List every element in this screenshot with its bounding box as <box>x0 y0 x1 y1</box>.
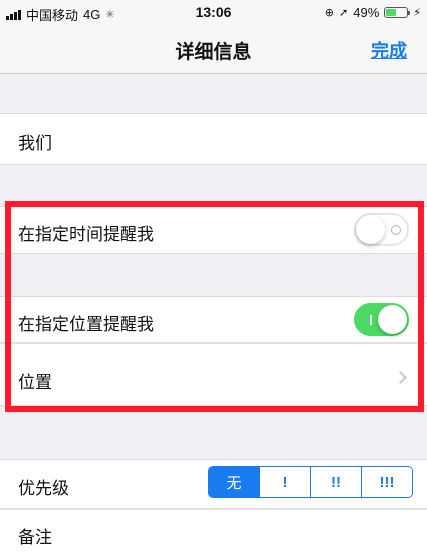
location-reminder-label: 在指定位置提醒我 <box>18 315 154 334</box>
priority-option-low[interactable]: ! <box>259 467 310 497</box>
battery-percent: 49% <box>353 5 380 20</box>
notes-label: 备注 <box>18 528 52 547</box>
priority-option-high[interactable]: !!! <box>361 467 412 497</box>
time-reminder-toggle[interactable] <box>354 213 409 246</box>
priority-segmented-control[interactable]: 无 ! !! !!! <box>208 466 413 498</box>
status-bar: 中国移动 4G ✳ 13:06 ⊕ ➚ 49% ⚡ <box>0 0 427 26</box>
battery-icon <box>384 7 411 18</box>
priority-option-medium[interactable]: !! <box>310 467 361 497</box>
navigation-bar: 详细信息 完成 <box>0 26 427 74</box>
reminder-title[interactable]: 我们 <box>18 129 52 154</box>
location-label: 位置 <box>18 373 52 392</box>
location-reminder-toggle[interactable] <box>354 303 409 336</box>
status-right: ⊕ ➚ 49% ⚡ <box>325 5 421 20</box>
charging-bolt-icon: ⚡ <box>413 7 421 19</box>
rotation-lock-icon: ⊕ <box>324 7 335 19</box>
toggle-knob <box>356 215 385 244</box>
chevron-right-icon <box>394 371 407 384</box>
toggle-knob <box>378 305 407 334</box>
notes-cell[interactable]: 备注 <box>0 509 427 555</box>
toggle-on-icon <box>370 315 372 325</box>
priority-label: 优先级 <box>18 479 69 498</box>
location-arrow-icon: ➚ <box>339 7 349 19</box>
toggle-off-icon <box>391 225 401 235</box>
reminder-title-cell[interactable]: 我们 <box>0 113 427 165</box>
done-button[interactable]: 完成 <box>371 37 407 63</box>
page-title: 详细信息 <box>175 42 252 63</box>
time-reminder-label: 在指定时间提醒我 <box>18 225 154 244</box>
location-cell[interactable]: 位置 <box>0 343 427 406</box>
priority-option-none[interactable]: 无 <box>209 467 259 497</box>
